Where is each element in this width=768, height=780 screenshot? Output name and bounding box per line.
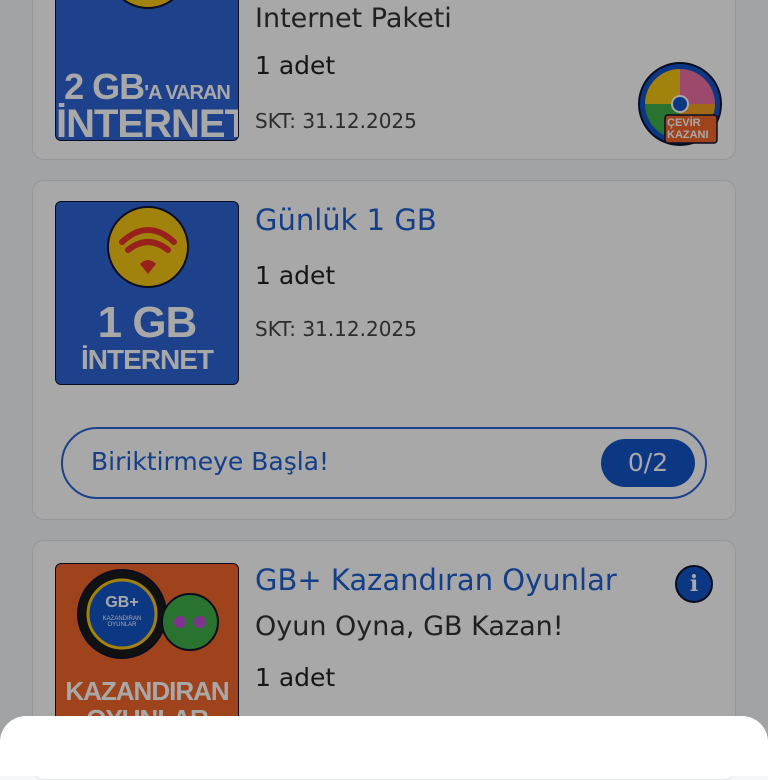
package-subtitle: Oyun Oyna, GB Kazan!	[255, 611, 564, 642]
info-icon[interactable]: i	[675, 565, 713, 603]
spin-wheel-badge[interactable]: ÇEVİR KAZANI	[637, 61, 723, 147]
package-card-2gb[interactable]: 2 GB'A VARAN İNTERNET Internet Paketi 1 …	[32, 0, 736, 160]
package-title: Günlük 1 GB	[255, 203, 437, 237]
tile-line1: KAZANDIRAN	[65, 676, 229, 706]
progress-label: Biriktirmeye Başla!	[91, 447, 330, 476]
bottom-sheet	[0, 716, 768, 776]
package-quantity: 1 adet	[255, 261, 336, 290]
package-image-2gb: 2 GB'A VARAN İNTERNET	[55, 0, 239, 141]
tile-line2: İNTERNET	[56, 102, 239, 141]
tile-line1-suffix: 'A VARAN	[144, 82, 231, 104]
wifi-heart-icon	[122, 0, 174, 9]
spin-wheel-label-2: KAZANI	[667, 129, 709, 141]
tile-badge: GB+	[105, 594, 139, 611]
progress-count-badge: 0/2	[601, 439, 695, 487]
package-card-daily-1gb[interactable]: 1 GB İNTERNET Günlük 1 GB 1 adet SKT: 31…	[32, 180, 736, 520]
package-quantity: 1 adet	[255, 51, 336, 80]
wifi-heart-icon	[107, 206, 189, 288]
package-subtitle: Internet Paketi	[255, 3, 452, 34]
package-expiry: SKT: 31.12.2025	[255, 109, 417, 133]
package-expiry: SKT: 31.12.2025	[255, 317, 417, 341]
package-title: GB+ Kazandıran Oyunlar	[255, 563, 617, 597]
tile-line1: 2 GB	[64, 66, 145, 107]
package-quantity: 1 adet	[255, 663, 336, 692]
tile-line1: 1 GB	[97, 298, 198, 347]
tile-badge-sub: KAZANDIRAN OYUNLAR	[102, 616, 142, 628]
accumulate-progress-button[interactable]: Biriktirmeye Başla! 0/2	[61, 427, 707, 499]
package-image-1gb: 1 GB İNTERNET	[55, 201, 239, 385]
spin-wheel-label-1: ÇEVİR	[667, 117, 701, 129]
tile-line2: İNTERNET	[81, 344, 214, 375]
